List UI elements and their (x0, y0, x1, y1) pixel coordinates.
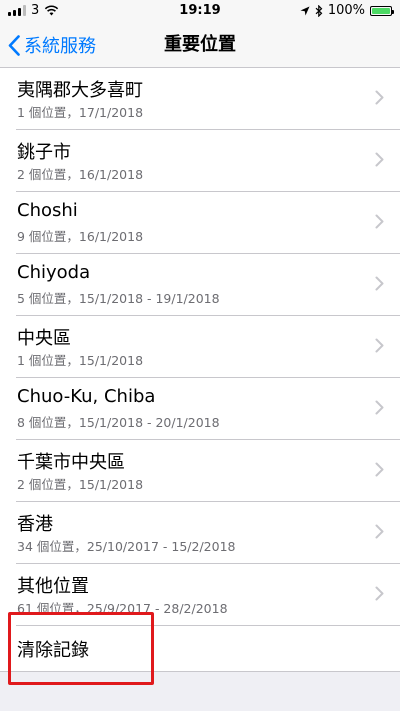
chevron-right-icon (375, 214, 384, 229)
chevron-right-icon (375, 338, 384, 353)
location-row[interactable]: 香港 34 個位置，25/10/2017 - 15/2/2018 (0, 502, 400, 564)
chevron-right-icon (375, 276, 384, 291)
battery-icon (370, 5, 394, 16)
location-details: 34 個位置，25/10/2017 - 15/2/2018 (17, 539, 236, 554)
location-name: 香港 (17, 514, 53, 535)
location-arrow-icon (300, 6, 310, 15)
location-row[interactable]: 夷隅郡大多喜町 1 個位置，17/1/2018 (0, 68, 400, 130)
location-name: 夷隅郡大多喜町 (17, 80, 143, 101)
status-right: 100% (300, 3, 394, 18)
battery-level (372, 7, 390, 14)
location-name: 中央區 (17, 328, 71, 349)
bluetooth-icon (315, 4, 323, 17)
location-name: Chuo-Ku, Chiba (17, 386, 156, 407)
location-name: Choshi (17, 200, 78, 221)
location-name: 千葉市中央區 (17, 452, 125, 473)
location-details: 9 個位置，16/1/2018 (17, 229, 144, 244)
location-details: 2 個位置，16/1/2018 (17, 167, 144, 182)
battery-percent: 100% (327, 3, 365, 18)
location-name: 銚子市 (17, 142, 71, 163)
location-row[interactable]: 中央區 1 個位置，15/1/2018 (0, 316, 400, 378)
location-details: 1 個位置，15/1/2018 (17, 353, 144, 368)
location-details: 5 個位置，15/1/2018 - 19/1/2018 (17, 291, 220, 306)
chevron-right-icon (375, 90, 384, 105)
location-row[interactable]: Chuo-Ku, Chiba 8 個位置，15/1/2018 - 20/1/20… (0, 378, 400, 440)
location-details: 2 個位置，15/1/2018 (17, 477, 144, 492)
chevron-right-icon (375, 462, 384, 477)
location-row[interactable]: Choshi 9 個位置，16/1/2018 (0, 192, 400, 254)
navigation-bar: 系統服務 重要位置 (0, 22, 400, 68)
location-row[interactable]: Chiyoda 5 個位置，15/1/2018 - 19/1/2018 (0, 254, 400, 316)
page-title: 重要位置 (164, 34, 236, 55)
location-row[interactable]: 千葉市中央區 2 個位置，15/1/2018 (0, 440, 400, 502)
chevron-right-icon (375, 400, 384, 415)
status-bar: 3 19:19 100% (0, 0, 400, 22)
location-details: 8 個位置，15/1/2018 - 20/1/2018 (17, 415, 220, 430)
location-name: Chiyoda (17, 262, 91, 283)
location-row[interactable]: 銚子市 2 個位置，16/1/2018 (0, 130, 400, 192)
chevron-right-icon (375, 586, 384, 601)
location-name: 其他位置 (17, 576, 89, 597)
highlight-box (8, 612, 154, 685)
chevron-right-icon (375, 152, 384, 167)
locations-list: 夷隅郡大多喜町 1 個位置，17/1/2018 銚子市 2 個位置，16/1/2… (0, 68, 400, 626)
location-details: 1 個位置，17/1/2018 (17, 105, 144, 120)
chevron-right-icon (375, 524, 384, 539)
